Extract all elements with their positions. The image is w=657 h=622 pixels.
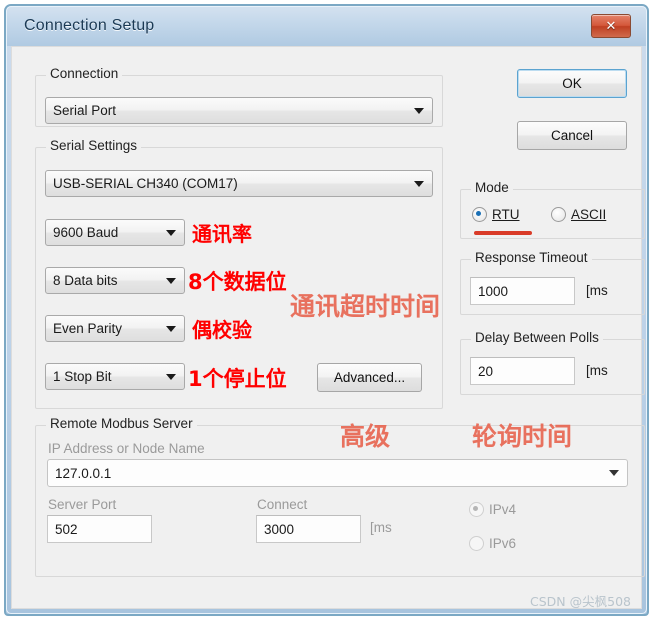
title-bar: Connection Setup ✕ xyxy=(6,6,647,46)
chevron-down-icon xyxy=(414,107,424,114)
chevron-down-icon xyxy=(414,180,424,187)
mode-rtu-radio[interactable]: RTU xyxy=(472,207,520,222)
watermark: CSDN @尖枫508 xyxy=(530,594,631,609)
connection-group-title: Connection xyxy=(46,66,123,81)
remote-modbus-server-group-title: Remote Modbus Server xyxy=(46,416,197,431)
connect-timeout-input[interactable]: 3000 xyxy=(256,515,361,543)
delay-between-polls-unit: [ms xyxy=(586,363,608,378)
chevron-down-icon xyxy=(166,229,176,236)
ip-address-value: 127.0.0.1 xyxy=(55,465,112,481)
annotation-timeout: 通讯超时时间 xyxy=(290,292,441,321)
ip-address-select[interactable]: 127.0.0.1 xyxy=(47,459,628,487)
response-timeout-value: 1000 xyxy=(478,283,509,299)
window-title: Connection Setup xyxy=(24,17,155,34)
ipv6-radio[interactable]: IPv6 xyxy=(469,536,516,551)
annotation-stop-bits: 1个停止位 xyxy=(188,367,287,391)
mode-ascii-label: ASCII xyxy=(571,207,607,222)
stop-bits-select[interactable]: 1 Stop Bit xyxy=(45,363,185,390)
annotation-data-bits: 8个数据位 xyxy=(188,270,287,294)
connect-label: Connect xyxy=(257,497,308,512)
dialog-body: Connection Serial Port Serial Settings U… xyxy=(11,46,645,609)
stop-bits-value: 1 Stop Bit xyxy=(53,369,112,384)
ipv6-label: IPv6 xyxy=(489,536,517,551)
serial-settings-group-title: Serial Settings xyxy=(46,138,142,153)
serial-port-select[interactable]: USB-SERIAL CH340 (COM17) xyxy=(45,170,433,197)
ipv4-label: IPv4 xyxy=(489,502,517,517)
response-timeout-unit: [ms xyxy=(586,283,608,298)
data-bits-value: 8 Data bits xyxy=(53,273,118,288)
radio-dot-icon xyxy=(469,502,484,517)
server-port-label: Server Port xyxy=(48,497,117,512)
ipv4-radio[interactable]: IPv4 xyxy=(469,502,516,517)
response-timeout-group-title: Response Timeout xyxy=(471,250,592,265)
baud-rate-select[interactable]: 9600 Baud xyxy=(45,219,185,246)
annotation-baud: 通讯率 xyxy=(192,222,252,246)
chevron-down-icon xyxy=(609,470,619,476)
serial-port-value: USB-SERIAL CH340 (COM17) xyxy=(53,176,238,191)
connect-timeout-value: 3000 xyxy=(264,521,295,537)
annotation-parity: 偶校验 xyxy=(192,318,252,342)
baud-rate-value: 9600 Baud xyxy=(53,225,119,240)
connect-unit-label: [ms xyxy=(370,520,392,535)
annotation-poll-interval: 轮询时间 xyxy=(472,422,573,451)
connection-setup-dialog: Connection Setup ✕ Connection Serial Por… xyxy=(4,4,649,616)
delay-between-polls-value: 20 xyxy=(478,363,494,379)
close-glyph: ✕ xyxy=(605,18,617,33)
radio-dot-icon xyxy=(472,207,487,222)
chevron-down-icon xyxy=(166,373,176,380)
response-timeout-input[interactable]: 1000 xyxy=(470,277,575,305)
server-port-input[interactable]: 502 xyxy=(47,515,152,543)
chevron-down-icon xyxy=(166,277,176,284)
server-port-value: 502 xyxy=(55,521,78,537)
cancel-button-label: Cancel xyxy=(550,128,594,143)
data-bits-select[interactable]: 8 Data bits xyxy=(45,267,185,294)
close-icon[interactable]: ✕ xyxy=(591,14,631,38)
parity-select[interactable]: Even Parity xyxy=(45,315,185,342)
chevron-down-icon xyxy=(166,325,176,332)
ok-button[interactable]: OK xyxy=(517,69,627,98)
mode-ascii-radio[interactable]: ASCII xyxy=(551,207,606,222)
mode-rtu-label: RTU xyxy=(492,207,520,222)
advanced-button[interactable]: Advanced... xyxy=(317,363,422,392)
radio-dot-icon xyxy=(469,536,484,551)
rtu-underline-annotation xyxy=(474,231,532,235)
delay-between-polls-group-title: Delay Between Polls xyxy=(471,330,603,345)
delay-between-polls-input[interactable]: 20 xyxy=(470,357,575,385)
parity-value: Even Parity xyxy=(53,321,123,336)
annotation-advanced: 高级 xyxy=(340,422,391,451)
connection-type-value: Serial Port xyxy=(53,103,117,118)
connection-type-select[interactable]: Serial Port xyxy=(45,97,433,124)
mode-group-title: Mode xyxy=(471,180,513,195)
cancel-button[interactable]: Cancel xyxy=(517,121,627,150)
radio-dot-icon xyxy=(551,207,566,222)
ip-address-label: IP Address or Node Name xyxy=(48,441,205,456)
ok-button-label: OK xyxy=(562,76,582,91)
advanced-button-label: Advanced... xyxy=(333,370,406,385)
